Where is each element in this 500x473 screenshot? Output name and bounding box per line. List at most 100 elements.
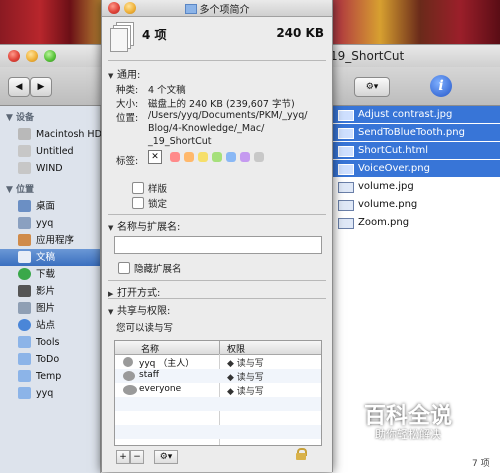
minimize-button[interactable] [26,50,38,62]
multiple-documents-icon [110,22,134,52]
folder-icon [18,370,31,382]
get-info-panel: 多个项简介 4 项 240 KB ▼ 通用: 种类: 4 个文稿 大小: 磁盘上的… [101,0,333,472]
hide-extension-checkbox[interactable] [118,262,130,274]
list-item[interactable]: Adjust contrast.jpg [332,106,500,123]
tag-blue[interactable] [226,152,236,162]
watermark: 百科全说 助你轻松解决 [348,398,468,448]
sidebar-devices-header: ▼ 设备 [6,113,35,123]
permissions-action-button[interactable]: ⚙▾ [154,450,178,464]
where-value-line-3: _19_ShortCut [148,136,212,147]
sidebar-item-pictures[interactable]: 图片 [0,300,100,317]
divider [108,298,326,299]
forward-button[interactable]: ▶ [30,77,52,97]
privilege-select[interactable]: ◆ 读与写 [227,384,264,397]
stationery-label: 样版 [148,184,168,195]
locked-checkbox[interactable] [132,197,144,209]
downloads-icon [18,268,31,280]
section-name-ext-header[interactable]: ▼ 名称与扩展名: [108,218,180,233]
where-label: 位置: [116,113,139,124]
locked-label: 锁定 [148,199,168,210]
sidebar-item-downloads[interactable]: 下载 [0,266,100,283]
table-row[interactable]: everyone ◆ 读与写 [115,383,321,397]
privilege-select[interactable]: ◆ 读与写 [227,370,264,383]
updown-icon: ◆ [227,387,234,397]
watermark-subtitle: 助你轻松解决 [375,428,441,441]
column-divider [219,341,220,354]
table-row[interactable]: staff ◆ 读与写 [115,369,321,383]
divider [108,60,326,61]
permission-summary: 您可以读与写 [116,323,174,334]
action-menu-button[interactable]: ⚙▾ [354,77,390,97]
kind-label: 种类: [116,85,139,96]
image-file-icon [338,182,354,193]
divider [108,214,326,215]
tag-gray[interactable] [254,152,264,162]
sidebar-item-movies[interactable]: 影片 [0,283,100,300]
total-size: 240 KB [276,26,324,40]
hide-extension-label: 隐藏扩展名 [134,264,182,275]
list-item[interactable]: volume.jpg [332,178,500,195]
name-field[interactable] [114,236,322,254]
divider [108,280,326,281]
where-value-line-2: Blog/4-Knowledge/_Mac/ [148,123,265,134]
remove-user-button[interactable]: − [130,450,144,464]
column-privilege-header[interactable]: 权限 [227,342,245,355]
tag-purple[interactable] [240,152,250,162]
sidebar-item-tools[interactable]: Tools [0,334,100,351]
list-item[interactable]: SendToBlueTooth.png [332,124,500,141]
panel-title: 多个项简介 [102,1,332,16]
zoom-button[interactable] [44,50,56,62]
sidebar-item-applications[interactable]: 应用程序 [0,232,100,249]
disk-icon [18,162,31,174]
pictures-icon [18,302,31,314]
tag-green[interactable] [212,152,222,162]
tag-red[interactable] [170,152,180,162]
sidebar-item-yyq[interactable]: yyq [0,385,100,402]
status-item-count: 7 项 [472,459,490,469]
tag-orange[interactable] [184,152,194,162]
sidebar-item-home[interactable]: yyq [0,215,100,232]
image-file-icon [338,110,354,121]
empty-row [115,425,321,439]
sidebar-item-temp[interactable]: Temp [0,368,100,385]
documents-icon [18,251,31,263]
sidebar-item-wind[interactable]: WIND [0,160,100,177]
column-name-header[interactable]: 名称 [141,342,159,355]
list-item[interactable]: ShortCut.html [332,142,500,159]
disk-icon [18,145,31,157]
close-button[interactable] [8,50,20,62]
clear-tag-button[interactable]: ✕ [148,150,162,164]
stationery-checkbox[interactable] [132,182,144,194]
image-file-icon [338,200,354,211]
tags-label: 标签: [116,156,139,167]
disclosure-open-icon: ▼ [108,224,114,232]
group-icon [123,371,135,381]
table-row[interactable]: yyq （主人） ◆ 读与写 [115,355,321,369]
section-open-with-header[interactable]: ▶ 打开方式: [108,284,160,299]
image-file-icon [338,218,354,229]
privilege-select[interactable]: ◆ 读与写 [227,356,264,369]
list-item[interactable]: VoiceOver.png [332,160,500,177]
updown-icon: ◆ [227,373,234,383]
sidebar-item-desktop[interactable]: 桌面 [0,198,100,215]
back-button[interactable]: ◀ [8,77,30,97]
tag-yellow[interactable] [198,152,208,162]
sidebar-item-untitled[interactable]: Untitled [0,143,100,160]
sidebar-item-todo[interactable]: ToDo [0,351,100,368]
list-item[interactable]: volume.png [332,196,500,213]
desktop-icon [18,200,31,212]
add-user-button[interactable]: + [116,450,130,464]
lock-icon[interactable] [296,448,307,460]
item-count: 4 项 [142,28,167,42]
info-icon[interactable]: i [430,75,452,97]
kind-value: 4 个文稿 [148,85,186,96]
section-general-header[interactable]: ▼ 通用: [108,66,140,81]
section-sharing-header[interactable]: ▼ 共享与权限: [108,302,170,317]
folder-icon [18,336,31,348]
gear-icon: ⚙▾ [365,82,379,92]
list-item[interactable]: Zoom.png [332,214,500,231]
sidebar-item-sites[interactable]: 站点 [0,317,100,334]
home-icon [18,217,31,229]
sidebar-item-macintosh-hd[interactable]: Macintosh HD [0,126,102,143]
sidebar-item-documents[interactable]: 文稿 [0,249,100,266]
